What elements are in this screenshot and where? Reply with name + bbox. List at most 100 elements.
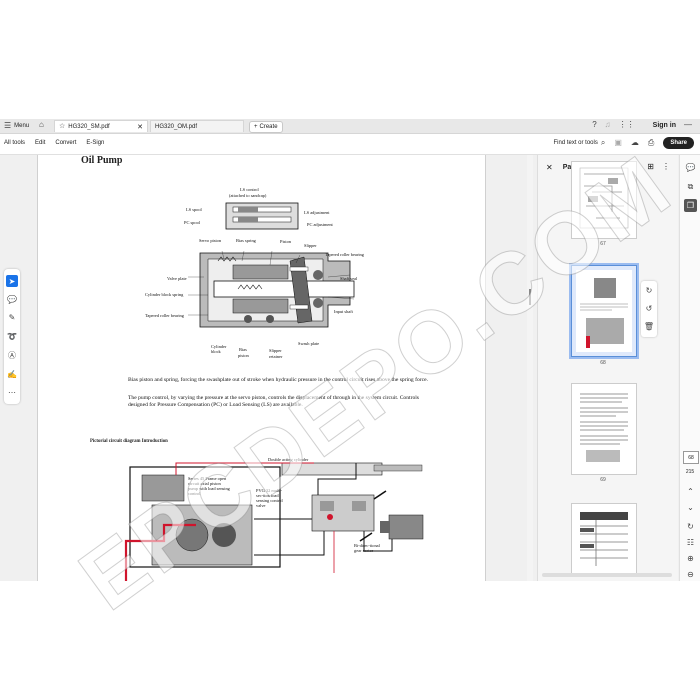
tab-hg320-sm[interactable]: ☆ HG320_SM.pdf ✕ — [54, 120, 148, 132]
star-icon[interactable]: ☆ — [59, 123, 65, 131]
page-down-icon[interactable]: ⌄ — [684, 501, 697, 514]
scroll-mode-icon[interactable]: ☷ — [684, 536, 697, 549]
total-pages: 215 — [685, 469, 695, 475]
menu-label: Menu — [14, 123, 30, 129]
menu-edit[interactable]: Edit — [35, 140, 45, 146]
insert-page-icon[interactable]: ⊞ — [647, 162, 654, 171]
thumbnail-text-69 — [580, 393, 628, 462]
servo-piston-label: Servo piston — [199, 238, 222, 243]
find-text-button[interactable]: Find text or tools ⌕ — [554, 139, 606, 147]
bias-piston-label-2: piston — [238, 353, 249, 358]
delete-page-icon[interactable]: 🗑 — [641, 317, 657, 335]
shaft-seal-label: Shaft seal — [340, 276, 358, 281]
minimize-icon[interactable]: — — [684, 121, 692, 129]
close-icon[interactable]: ✕ — [137, 123, 143, 131]
swash-plate-label: Swash plate — [298, 341, 320, 346]
pictorial-circuit-diagram — [124, 462, 424, 581]
more-tools-icon[interactable]: ⋯ — [6, 386, 18, 398]
double-acting-cylinder-label: Double acting cylinder — [268, 457, 309, 462]
help-icon[interactable]: ? — [592, 121, 596, 129]
thumbnail-diagram-67 — [579, 167, 629, 229]
pages-panel: ✕ Pages ⊞ ⋮ 67 — [537, 155, 678, 581]
tab-label: HG320_SM.pdf — [68, 123, 110, 130]
acrobat-window: ☰ Menu ⌂ ☆ HG320_SM.pdf ✕ HG320_OM.pdf +… — [0, 119, 700, 581]
share-button[interactable]: Share — [663, 137, 694, 149]
input-shaft-label: Input shaft — [334, 309, 353, 314]
page-label-67: 67 — [600, 241, 606, 247]
cylinder-block-spring-label: Cylinder block spring — [145, 292, 184, 297]
sign-in-link[interactable]: Sign in — [653, 122, 676, 129]
search-icon: ⌕ — [600, 138, 606, 147]
pc-adjustment-label: PC adjustment — [307, 222, 333, 227]
document-scrollbar[interactable] — [527, 155, 533, 581]
current-page-field[interactable]: 68 — [683, 451, 699, 464]
bias-spring-label: Bias spring — [236, 238, 256, 243]
ls-spool-label: LS spool — [186, 207, 202, 212]
menu-e-sign[interactable]: E-Sign — [86, 140, 104, 146]
close-panel-icon[interactable]: ✕ — [546, 163, 553, 172]
text-box-icon[interactable]: Ⓐ — [6, 349, 18, 361]
tab-label: HG320_OM.pdf — [155, 123, 198, 130]
comment-icon[interactable]: 💬 — [6, 293, 18, 305]
cloud-upload-icon[interactable]: ☁ — [631, 139, 639, 147]
scroll-thumb[interactable] — [529, 289, 531, 305]
gear-motor-label: Bi-direc-tional gear motor — [354, 543, 380, 553]
bookmarks-icon[interactable]: ⧉ — [684, 180, 697, 193]
fill-sign-icon[interactable]: ✍ — [6, 368, 18, 380]
panel-horizontal-scrollbar[interactable] — [542, 573, 672, 577]
comments-panel-icon[interactable]: 💬 — [684, 161, 697, 174]
select-cursor-icon[interactable]: ➤ — [6, 275, 18, 287]
page-label-69: 69 — [600, 477, 606, 483]
zoom-out-icon[interactable]: ⊖ — [684, 568, 697, 581]
tab-bar: ☰ Menu ⌂ ☆ HG320_SM.pdf ✕ HG320_OM.pdf +… — [0, 119, 700, 134]
rotate-clockwise-icon[interactable]: ↻ — [641, 281, 657, 299]
zoom-in-icon[interactable]: ⊕ — [684, 552, 697, 565]
section-subheading: Pictorial circuit diagram Introduction — [90, 439, 168, 444]
document-page[interactable]: Oil Pump LS control (attached to sandcap… — [37, 155, 486, 581]
tapered-roller-bearing-left-label: Tapered roller bearing — [145, 313, 184, 318]
highlight-pen-icon[interactable]: ✎ — [6, 311, 18, 323]
thumbnail-diagram-68 — [572, 266, 636, 356]
bell-icon[interactable]: ♫ — [605, 121, 611, 129]
page-thumbnail-69[interactable] — [571, 383, 637, 475]
create-label: Create — [259, 124, 278, 130]
thumbnail-tools: ↻ ↺ 🗑 — [641, 281, 657, 337]
refresh-icon[interactable]: ↻ — [684, 520, 697, 533]
slipper-retainer-label-2: retainer — [269, 354, 283, 359]
page-label-68: 68 — [600, 360, 606, 366]
pvg32-valve-label: PVG 32 multi-sec-tion load sensing contr… — [256, 488, 283, 508]
valve-plate-label: Valve plate — [167, 276, 187, 281]
menu-button[interactable]: ☰ Menu — [4, 122, 29, 130]
apps-grid-icon[interactable]: ⋮⋮ — [619, 121, 635, 129]
menu-bar: All tools Edit Convert E-Sign Find text … — [0, 134, 700, 155]
pc-spool-label: PC spool — [184, 220, 200, 225]
pages-panel-icon[interactable]: ❐ — [684, 199, 697, 212]
print-icon[interactable]: ⎙ — [648, 139, 654, 147]
tab-hg320-om[interactable]: HG320_OM.pdf — [150, 120, 244, 132]
titlebar-right: ? ♫ ⋮⋮ Sign in — — [592, 121, 692, 129]
paragraph-pump-control: The pump control, by varying the pressur… — [128, 395, 419, 408]
menu-all-tools[interactable]: All tools — [4, 140, 25, 146]
tapered-roller-bearing-top-label: Tapered roller bearing — [325, 252, 364, 257]
oil-pump-cross-section-figure — [188, 202, 355, 328]
rotate-counterclockwise-icon[interactable]: ↺ — [641, 299, 657, 317]
page-thumbnail-70[interactable] — [571, 503, 637, 575]
find-text-label: Find text or tools — [553, 140, 598, 146]
hamburger-icon: ☰ — [4, 121, 12, 130]
attached-label: (attached to sandcap) — [229, 193, 267, 198]
home-icon[interactable]: ⌂ — [39, 121, 44, 129]
panel-more-icon[interactable]: ⋮ — [662, 162, 670, 171]
create-button[interactable]: + Create — [249, 121, 283, 133]
right-rail: 💬 ⧉ ❐ 68 215 ⌃ ⌄ ↻ ☷ ⊕ ⊖ — [679, 155, 700, 581]
save-icon[interactable]: ▣ — [614, 139, 622, 147]
menu-convert[interactable]: Convert — [55, 140, 76, 146]
ls-adjustment-label: LS adjustment — [304, 210, 330, 215]
page-up-icon[interactable]: ⌃ — [684, 485, 697, 498]
page-thumbnail-67[interactable] — [571, 161, 637, 239]
page-thumbnail-68[interactable] — [569, 263, 639, 359]
ls-control-label: LS control — [240, 187, 259, 192]
series45-pump-label: Series 45 Frame open circuit axial pisto… — [188, 476, 230, 496]
draw-lasso-icon[interactable]: ➰ — [6, 330, 18, 342]
cylinder-block-label-2: block — [211, 349, 221, 354]
paragraph-bias-piston: Bias piston and spring, forcing the swas… — [128, 377, 428, 383]
